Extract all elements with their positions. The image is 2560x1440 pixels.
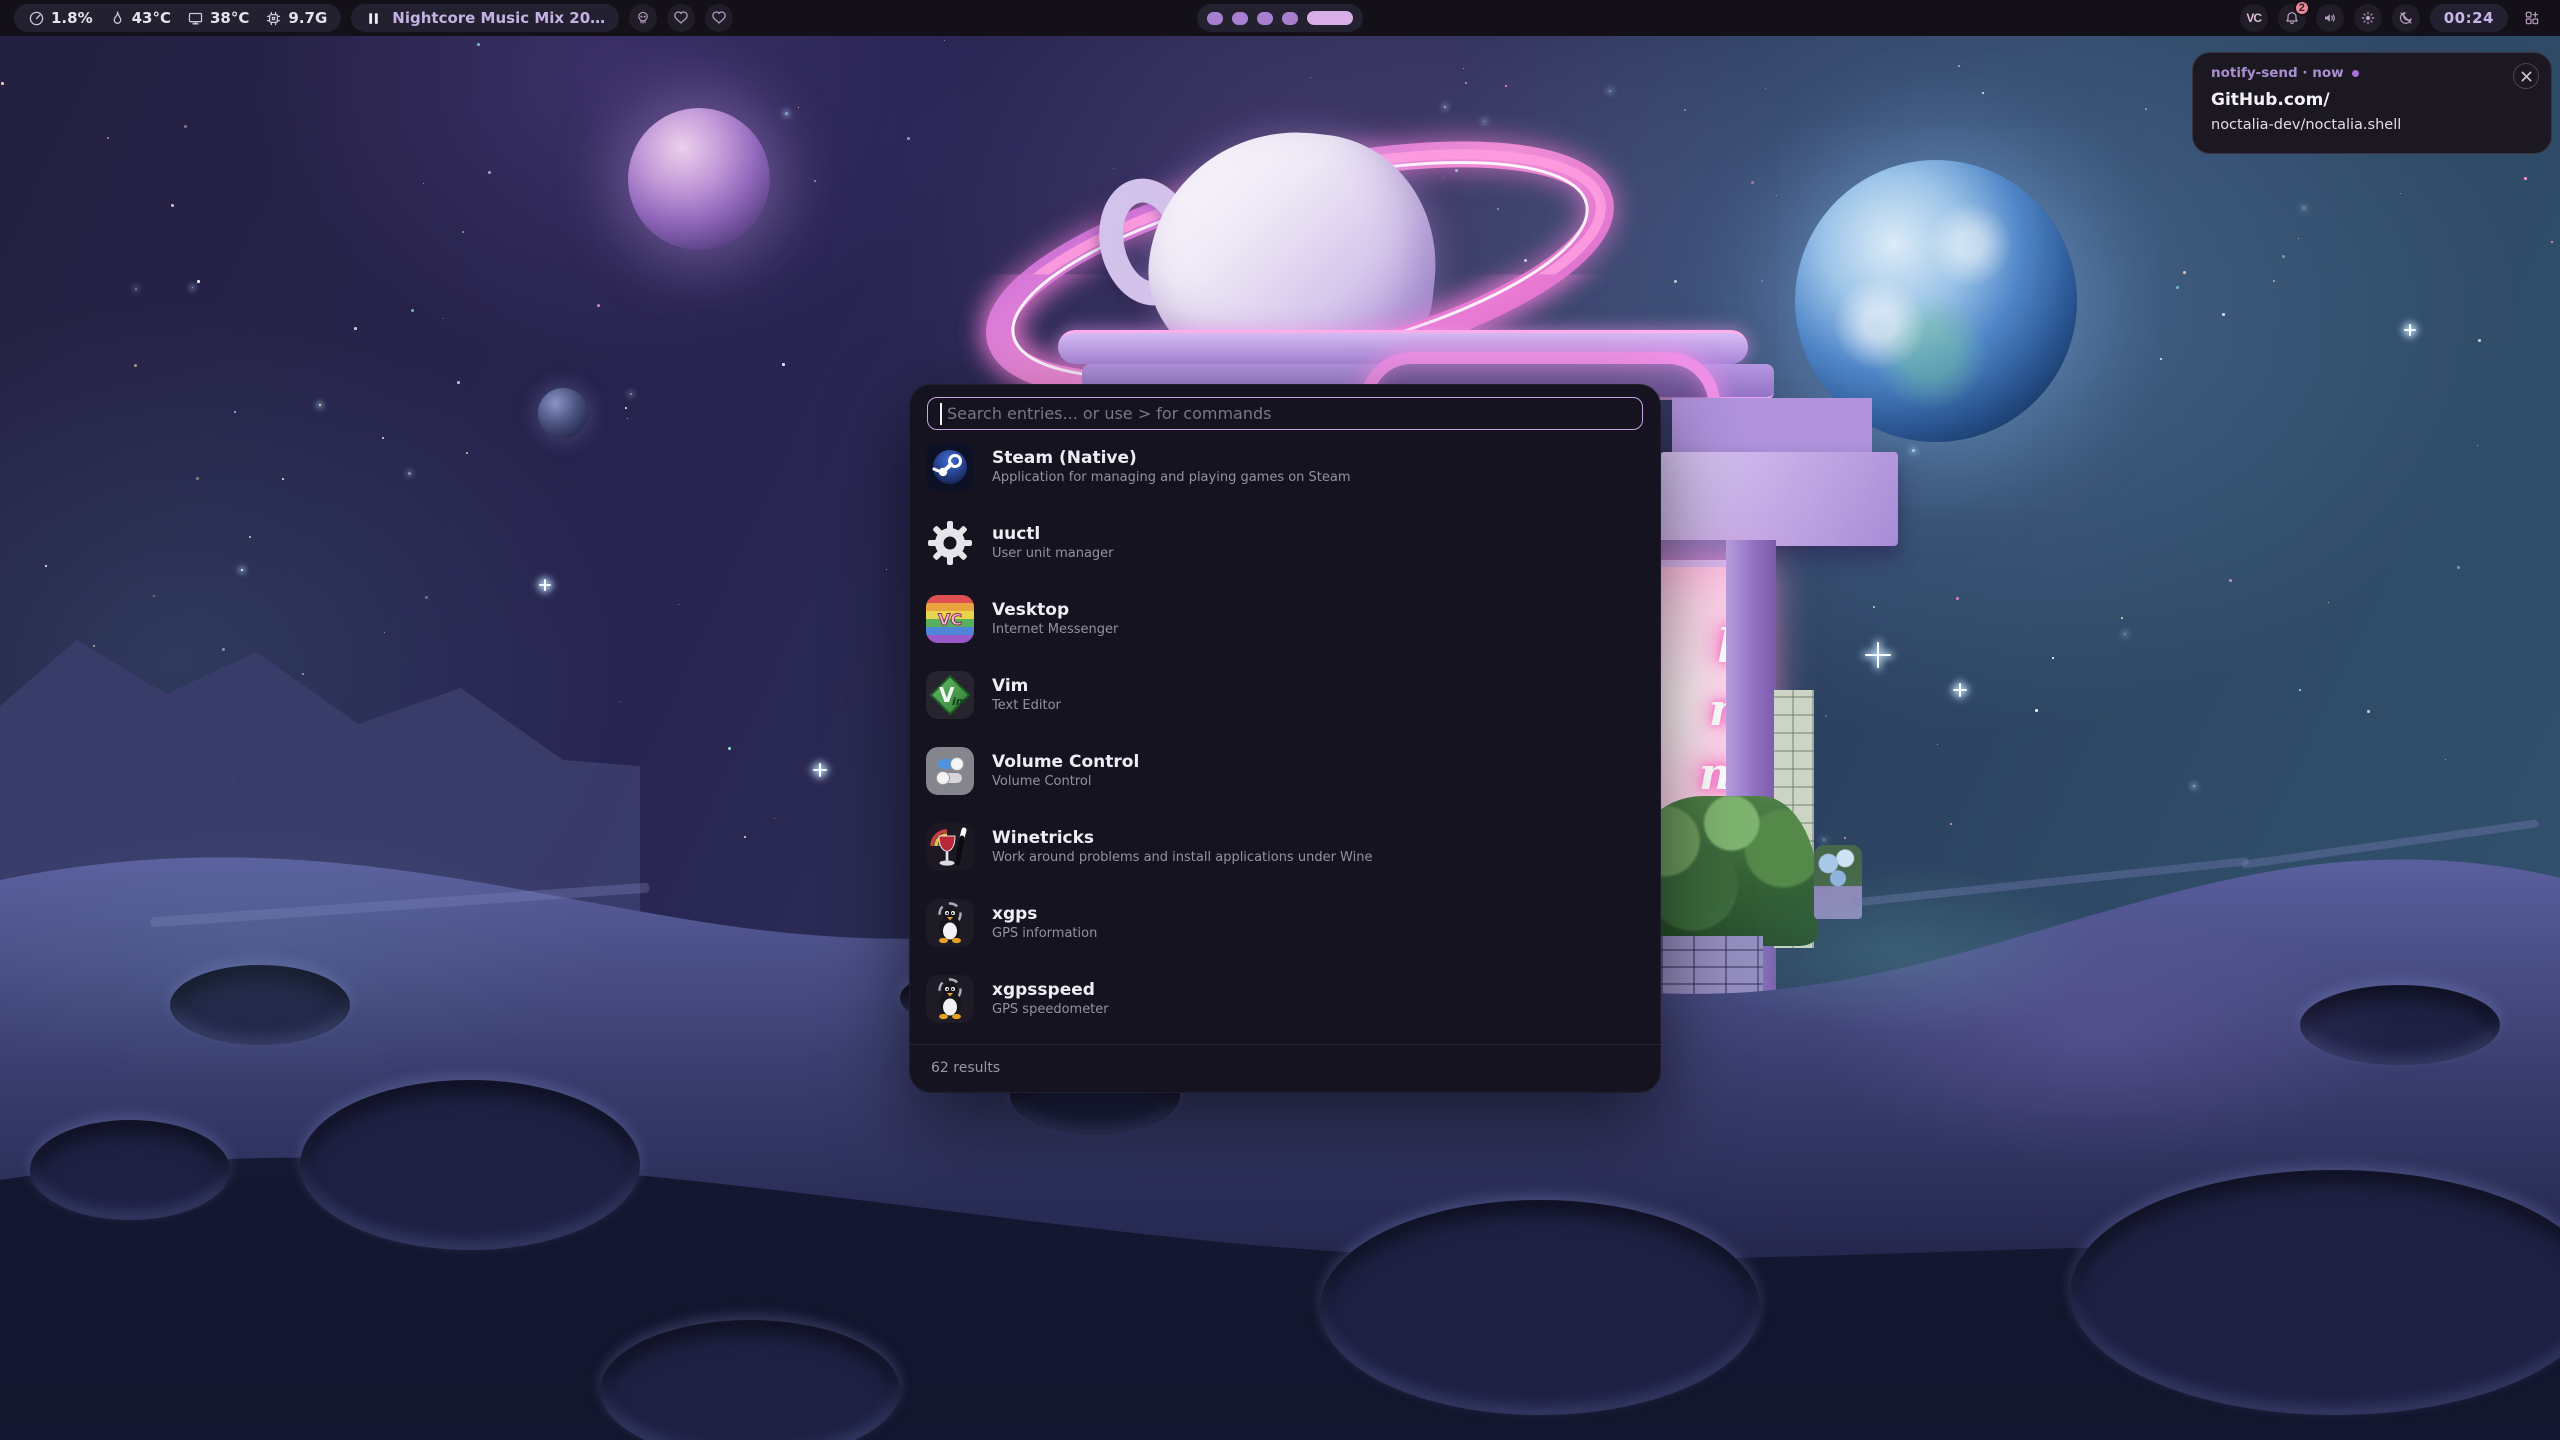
vencord-logo: VC xyxy=(2246,11,2261,25)
notification-title: GitHub.com/ xyxy=(2211,90,2535,110)
result-title: uuctl xyxy=(992,525,1114,544)
app-icon-penguin xyxy=(926,975,974,1023)
media-title: Nightcore Music Mix 20… xyxy=(392,9,605,27)
volume-button[interactable] xyxy=(2316,4,2344,32)
workspace-pill-active[interactable] xyxy=(1307,11,1353,25)
notification-close-button[interactable] xyxy=(2513,63,2539,89)
workspace-dot[interactable] xyxy=(1282,12,1298,25)
app-icon-gear xyxy=(926,519,974,567)
crater xyxy=(30,1120,230,1220)
notification-header: notify-send · now xyxy=(2211,65,2535,81)
display-icon xyxy=(187,10,204,27)
memory-value: 9.7G xyxy=(288,9,327,27)
brightness-button[interactable] xyxy=(2354,4,2382,32)
system-stats-pill[interactable]: 1.8% 43°C 38°C 9.7G xyxy=(14,4,341,32)
app-icon-steam xyxy=(926,443,974,491)
app-launcher-panel: Search entries... or use > for commands … xyxy=(909,384,1661,1093)
result-subtitle: Application for managing and playing gam… xyxy=(992,471,1351,485)
crater xyxy=(2300,985,2500,1065)
launcher-result-row[interactable]: VC Vesktop Internet Messenger xyxy=(926,588,1644,650)
text-caret xyxy=(940,403,942,425)
launcher-result-row[interactable]: Vim Vim Text Editor xyxy=(926,664,1644,726)
result-subtitle: GPS speedometer xyxy=(992,1003,1109,1017)
result-subtitle: Volume Control xyxy=(992,775,1139,789)
workspace-dot[interactable] xyxy=(1207,12,1223,25)
unread-dot xyxy=(2352,70,2359,77)
crater xyxy=(300,1080,640,1250)
media-player-pill[interactable]: Nightcore Music Mix 20… xyxy=(351,4,619,32)
result-title: Winetricks xyxy=(992,829,1372,848)
heart-icon xyxy=(673,10,689,26)
cpu-temp-value: 43°C xyxy=(132,9,171,27)
crater xyxy=(170,965,350,1045)
heart-button-2[interactable] xyxy=(705,4,733,32)
result-title: Volume Control xyxy=(992,753,1139,772)
result-subtitle: User unit manager xyxy=(992,547,1114,561)
result-title: xgps xyxy=(992,905,1097,924)
workspace-indicator[interactable] xyxy=(1197,4,1363,32)
result-title: Steam (Native) xyxy=(992,449,1351,468)
skull-button[interactable] xyxy=(629,4,657,32)
launcher-result-row[interactable]: xgpsspeed GPS speedometer xyxy=(926,968,1644,1030)
results-count: 62 results xyxy=(931,1060,1000,1076)
heart-icon xyxy=(711,10,727,26)
result-subtitle: Internet Messenger xyxy=(992,623,1118,637)
results-list: Steam (Native) Application for managing … xyxy=(910,436,1660,1044)
app-icon-vesktop: VC xyxy=(926,595,974,643)
launcher-footer: 62 results xyxy=(910,1044,1660,1092)
memory-usage: 9.7G xyxy=(265,9,327,27)
app-icon-volume xyxy=(926,747,974,795)
result-title: Vesktop xyxy=(992,601,1118,620)
speaker-icon xyxy=(2322,10,2338,26)
svg-text:VC: VC xyxy=(938,610,962,629)
widgets-plus-icon xyxy=(2524,10,2540,26)
clock[interactable]: 00:24 xyxy=(2430,4,2508,32)
desktop: h n ns xyxy=(0,0,2560,1440)
notification-body: noctalia-dev/noctalia.shell xyxy=(2211,117,2535,133)
cpu-temp: 43°C xyxy=(109,9,171,27)
gpu-temp: 38°C xyxy=(187,9,249,27)
tray-icon-vesktop[interactable]: VC xyxy=(2240,4,2268,32)
cpu-usage: 1.8% xyxy=(28,9,93,27)
app-icon-vim: Vim xyxy=(926,671,974,719)
sun-icon xyxy=(2360,10,2376,26)
heart-button-1[interactable] xyxy=(667,4,695,32)
result-subtitle: Work around problems and install applica… xyxy=(992,851,1372,865)
launcher-result-row[interactable]: xgps GPS information xyxy=(926,892,1644,954)
workspace-dot[interactable] xyxy=(1232,12,1248,25)
night-light-button[interactable] xyxy=(2392,4,2420,32)
cpu-usage-value: 1.8% xyxy=(51,9,93,27)
gpu-temp-value: 38°C xyxy=(210,9,249,27)
search-input[interactable]: Search entries... or use > for commands xyxy=(927,397,1643,430)
app-icon-winetricks xyxy=(926,823,974,871)
notification-source: notify-send · now xyxy=(2211,65,2344,81)
launcher-result-row[interactable]: uuctl User unit manager xyxy=(926,512,1644,574)
result-subtitle: GPS information xyxy=(992,927,1097,941)
launcher-result-row[interactable]: Steam (Native) Application for managing … xyxy=(926,436,1644,498)
launcher-result-row[interactable]: Volume Control Volume Control xyxy=(926,740,1644,802)
result-subtitle: Text Editor xyxy=(992,699,1061,713)
pause-icon xyxy=(365,10,382,27)
top-bar: 1.8% 43°C 38°C 9.7G xyxy=(0,0,2560,36)
close-icon xyxy=(2521,71,2532,82)
search-placeholder: Search entries... or use > for commands xyxy=(947,404,1272,423)
moon-slash-icon xyxy=(2398,10,2414,26)
flame-icon xyxy=(109,10,126,27)
launcher-result-row[interactable]: Winetricks Work around problems and inst… xyxy=(926,816,1644,878)
clock-value: 00:24 xyxy=(2444,9,2494,27)
notifications-button[interactable]: 2 xyxy=(2278,4,2306,32)
result-title: xgpsspeed xyxy=(992,981,1109,1000)
notification-card[interactable]: notify-send · now GitHub.com/ noctalia-d… xyxy=(2192,52,2552,154)
app-icon-penguin xyxy=(926,899,974,947)
result-title: Vim xyxy=(992,677,1061,696)
skull-icon xyxy=(635,10,651,26)
svg-text:im: im xyxy=(952,695,967,708)
notification-badge: 2 xyxy=(2294,0,2310,16)
gauge-icon xyxy=(28,10,45,27)
chip-icon xyxy=(265,10,282,27)
workspace-dot[interactable] xyxy=(1257,12,1273,25)
crater xyxy=(1320,1200,1760,1415)
app-dashboard-button[interactable] xyxy=(2518,4,2546,32)
